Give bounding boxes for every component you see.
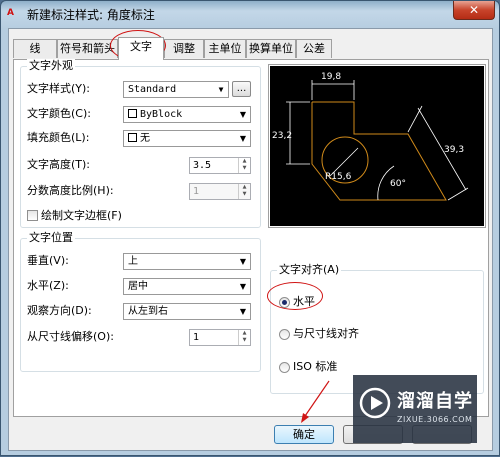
- text-tab-panel: 文字外观 文字样式(Y): Standard ▼ ... 文字颜色(C): By…: [13, 59, 489, 417]
- spin-down-icon[interactable]: ▼: [239, 165, 250, 172]
- align-with-dimline-radio[interactable]: [279, 329, 290, 340]
- offset-spinner[interactable]: 1 ▲ ▼: [189, 329, 251, 346]
- fill-color-dropdown[interactable]: 无 ▼: [123, 130, 251, 147]
- play-logo-icon: [359, 387, 391, 419]
- tab-fit[interactable]: 调整: [164, 39, 204, 58]
- dim-diagonal-ext-bottom: [447, 187, 469, 201]
- offset-value: 1: [193, 332, 200, 343]
- text-height-spinner[interactable]: 3.5 ▲ ▼: [189, 157, 251, 174]
- color-swatch-icon: [128, 133, 137, 142]
- tab-lines[interactable]: 线: [13, 39, 57, 58]
- color-swatch-icon: [128, 109, 137, 118]
- chevron-down-icon: ▼: [236, 131, 250, 146]
- dim-angle-label: 60°: [390, 179, 406, 189]
- dim-left-label: 23,2: [272, 131, 292, 141]
- spinner-arrows[interactable]: ▲ ▼: [238, 330, 250, 345]
- text-color-dropdown[interactable]: ByBlock ▼: [123, 106, 251, 123]
- chevron-down-icon: ▼: [236, 279, 250, 294]
- dim-diagonal-ext-top: [407, 105, 423, 133]
- tab-symbols-arrows[interactable]: 符号和箭头: [57, 39, 118, 58]
- text-style-dropdown[interactable]: Standard ▼: [123, 81, 229, 98]
- spin-up-icon: ▲: [242, 184, 247, 190]
- spin-down-icon[interactable]: ▼: [239, 337, 250, 344]
- chevron-down-icon: ▼: [236, 304, 250, 319]
- tab-primary-units[interactable]: 主单位: [204, 39, 246, 58]
- spin-up-icon[interactable]: ▲: [239, 330, 250, 337]
- text-color-label: 文字颜色(C):: [27, 107, 91, 120]
- chevron-down-icon: ▼: [236, 107, 250, 122]
- tab-alternate-units[interactable]: 换算单位: [246, 39, 296, 58]
- dim-radius-label: R15,6: [325, 172, 352, 182]
- preview-part-outline: [311, 101, 447, 201]
- fraction-scale-label: 分数高度比例(H):: [27, 184, 114, 197]
- vertical-label: 垂直(V):: [27, 254, 69, 267]
- window-title: 新建标注样式: 角度标注: [27, 8, 155, 22]
- text-style-browse-button[interactable]: ...: [232, 81, 251, 97]
- draw-frame-label: 绘制文字边框(F): [41, 209, 122, 222]
- text-appearance-group: 文字外观 文字样式(Y): Standard ▼ ... 文字颜色(C): By…: [20, 59, 261, 228]
- horizontal-label: 水平(Z):: [27, 279, 69, 292]
- draw-frame-checkbox[interactable]: [27, 210, 38, 221]
- tab-tolerances[interactable]: 公差: [296, 39, 332, 58]
- vertical-value: 上: [128, 256, 138, 267]
- text-alignment-title: 文字对齐(A): [277, 263, 342, 277]
- fill-color-value: 无: [140, 133, 150, 144]
- close-button[interactable]: ✕: [453, 1, 495, 20]
- vertical-dropdown[interactable]: 上 ▼: [123, 253, 251, 270]
- chevron-down-icon: ▼: [214, 82, 228, 97]
- autocad-app-icon: A: [7, 8, 14, 18]
- text-appearance-title: 文字外观: [27, 59, 75, 73]
- text-height-value: 3.5: [193, 160, 212, 171]
- ok-button[interactable]: 确定: [274, 425, 334, 444]
- view-direction-label: 观察方向(D):: [27, 304, 92, 317]
- text-height-label: 文字高度(T):: [27, 158, 91, 171]
- horizontal-option-highlight-circle: [267, 282, 323, 310]
- align-iso-label: ISO 标准: [293, 360, 338, 373]
- view-direction-dropdown[interactable]: 从左到右 ▼: [123, 303, 251, 320]
- spinner-arrows[interactable]: ▲ ▼: [238, 158, 250, 173]
- dialog-window: A 新建标注样式: 角度标注 ✕ 线 符号和箭头 文字 调整 主单位 换算单位 …: [0, 0, 500, 456]
- fraction-scale-spinner: 1 ▲ ▼: [189, 183, 251, 200]
- title-bar: A 新建标注样式: 角度标注 ✕: [1, 1, 499, 25]
- dim-top-label: 19,8: [321, 72, 341, 82]
- close-icon: ✕: [468, 3, 480, 17]
- spinner-arrows: ▲ ▼: [238, 184, 250, 199]
- align-iso-radio[interactable]: [279, 362, 290, 373]
- text-placement-title: 文字位置: [27, 231, 75, 245]
- fraction-scale-value: 1: [193, 186, 200, 197]
- spin-up-icon[interactable]: ▲: [239, 158, 250, 165]
- text-style-label: 文字样式(Y):: [27, 82, 91, 95]
- watermark-url: ZIXUE.3066.COM: [397, 415, 473, 424]
- chevron-down-icon: ▼: [236, 254, 250, 269]
- tab-strip: 线 符号和箭头 文字 调整 主单位 换算单位 公差: [13, 37, 491, 60]
- view-direction-value: 从左到右: [128, 306, 168, 317]
- fill-color-label: 填充颜色(L):: [27, 131, 90, 144]
- watermark-badge: 溜溜自学 ZIXUE.3066.COM: [353, 375, 477, 443]
- horizontal-value: 居中: [128, 281, 148, 292]
- dimension-preview: 19,8 23,2 39,3 R15,6 60°: [270, 66, 484, 226]
- horizontal-dropdown[interactable]: 居中 ▼: [123, 278, 251, 295]
- text-color-value: ByBlock: [140, 109, 183, 120]
- offset-label: 从尺寸线偏移(O):: [27, 330, 114, 343]
- tab-text[interactable]: 文字: [118, 37, 164, 60]
- align-with-dimline-label: 与尺寸线对齐: [293, 327, 359, 340]
- watermark-name: 溜溜自学: [397, 391, 473, 412]
- spin-down-icon: ▼: [242, 191, 247, 197]
- text-style-value: Standard: [128, 84, 177, 95]
- text-placement-group: 文字位置 垂直(V): 上 ▼ 水平(Z): 居中 ▼ 观察方向(D): 从左到…: [20, 231, 261, 372]
- dim-diagonal-label: 39,3: [444, 145, 464, 155]
